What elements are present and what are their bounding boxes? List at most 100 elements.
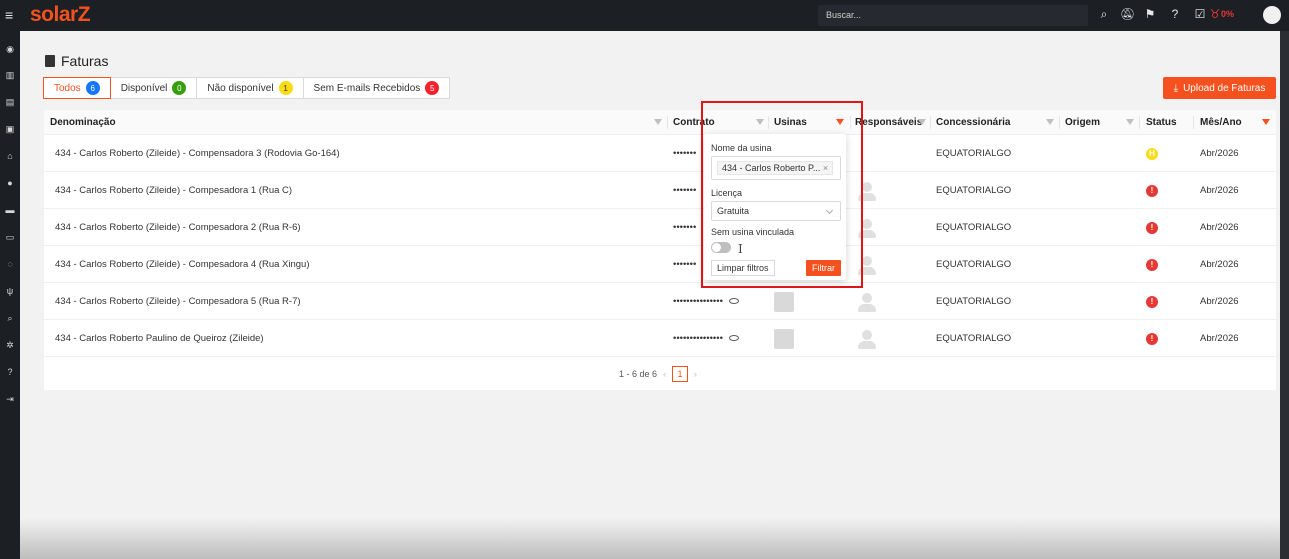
row-month: Abr/2026 [1200,148,1239,159]
row-utility: EQUATORIALGO [936,333,1012,344]
card-icon[interactable]: ▬ [4,204,16,216]
column-divider [1139,116,1140,129]
column-header-status[interactable]: Status [1146,110,1177,135]
dashboard-icon[interactable]: ◉ [4,43,16,55]
row-contract: ••••••• [673,148,697,159]
settings-icon[interactable]: ✲ [4,339,16,351]
whatsapp-icon[interactable]: ◌ [4,258,16,270]
progress-percent: 0% [1221,9,1235,19]
count-badge: 6 [85,81,100,95]
table-row[interactable]: 434 - Carlos Roberto (Zileide) - Compesa… [44,246,1276,283]
column-header-denominacao[interactable]: Denominação [50,110,116,135]
status-badge: ! [1146,222,1158,234]
page-title: Faturas [45,53,108,69]
row-name[interactable]: 434 - Carlos Roberto (Zileide) - Compesa… [55,283,301,320]
table-row[interactable]: 434 - Carlos Roberto (Zileide) - Compesa… [44,209,1276,246]
tab-label: Disponível [120,82,168,94]
row-name[interactable]: 434 - Carlos Roberto Paulino de Queiroz … [55,320,264,357]
upload-button-label: Upload de Faturas [1183,82,1266,94]
row-name[interactable]: 434 - Carlos Roberto (Zileide) - Compens… [55,135,340,172]
plant-icon[interactable] [774,292,794,312]
row-month: Abr/2026 [1200,259,1239,270]
upload-button[interactable]: ⤓ Upload de Faturas [1163,77,1276,99]
eye-icon[interactable] [728,335,739,342]
logo[interactable]: solarZ [30,3,91,26]
status-badge: ! [1146,185,1158,197]
filter-icon[interactable] [918,119,926,125]
status-badge: ! [1146,333,1158,345]
search-icon[interactable]: ⌕ [4,312,16,324]
status-badge: H [1146,148,1158,160]
bell-off-icon[interactable]: 🔕︎ [1120,7,1135,21]
highlight-box [701,101,863,288]
avatar [857,329,877,349]
menu-icon[interactable]: ≡ [5,8,17,22]
table-row[interactable]: 434 - Carlos Roberto Paulino de Queiroz … [44,320,1276,357]
credit-card-icon[interactable]: ▭ [4,231,16,243]
tab-sem-emails[interactable]: Sem E-mails Recebidos 5 [302,77,451,99]
column-divider [1059,116,1060,129]
eye-icon[interactable] [728,298,739,305]
plant-icon[interactable] [774,329,794,349]
contract-masked: ••••••••••••••• [673,333,723,344]
help-icon[interactable]: ? [1168,7,1182,21]
row-utility: EQUATORIALGO [936,222,1012,233]
status-tabs: Todos 6 Disponível 0 Não disponível 1 Se… [43,77,451,99]
home-icon[interactable]: ⌂ [4,150,16,162]
table-row[interactable]: 434 - Carlos Roberto (Zileide) - Compesa… [44,172,1276,209]
column-header-concessionaria[interactable]: Concessionária [936,110,1010,135]
pagination: 1 - 6 de 6 ‹ 1 › [619,366,697,382]
column-header-origem[interactable]: Origem [1065,110,1100,135]
row-name[interactable]: 434 - Carlos Roberto (Zileide) - Compesa… [55,172,292,209]
trophy-icon[interactable]: ♉︎ [1208,7,1222,21]
row-month: Abr/2026 [1200,185,1239,196]
row-utility: EQUATORIALGO [936,259,1012,270]
column-header-responsaveis[interactable]: Responsáveis [855,110,922,135]
tab-nao-disponivel[interactable]: Não disponível 1 [196,77,304,99]
count-badge: 5 [425,81,440,95]
search-icon[interactable]: ⌕ [1097,7,1111,21]
row-utility: EQUATORIALGO [936,296,1012,307]
filter-icon[interactable] [1046,119,1054,125]
filter-icon-active[interactable] [1262,119,1270,125]
row-contract: ••••••• [673,259,697,270]
invoice-icon [45,55,55,67]
status-badge: ! [1146,259,1158,271]
checklist-icon[interactable]: ☑ [1193,7,1207,21]
avatar [857,292,877,312]
help-icon[interactable]: ? [4,366,16,378]
flag-icon[interactable]: ⚑ [1143,7,1157,21]
row-name[interactable]: 434 - Carlos Roberto (Zileide) - Compesa… [55,246,310,283]
column-header-mes-ano[interactable]: Mês/Ano [1200,110,1242,135]
row-month: Abr/2026 [1200,222,1239,233]
table-row[interactable]: 434 - Carlos Roberto (Zileide) - Compens… [44,135,1276,172]
money-icon[interactable]: ▣ [4,123,16,135]
sidebar: ◉ ▥ ▤ ▣ ⌂ ● ▬ ▭ ◌ ψ ⌕ ✲ ? ⇥ [0,31,20,559]
book-icon[interactable]: ▥ [4,69,16,81]
filter-icon[interactable] [654,119,662,125]
chevron-right-icon[interactable]: › [694,369,697,379]
chevron-left-icon[interactable]: ‹ [663,369,666,379]
plug-icon[interactable]: ψ [4,285,16,297]
row-contract: ••••••• [673,222,697,233]
row-month: Abr/2026 [1200,296,1239,307]
invoice-icon[interactable]: ▤ [4,96,16,108]
search-input[interactable]: Buscar... [818,5,1088,26]
tab-disponivel[interactable]: Disponível 0 [109,77,198,99]
status-badge: ! [1146,296,1158,308]
top-bar: ≡ solarZ Buscar... ⌕ 🔕︎ ⚑ ? ☑ ♉︎ 0% [0,0,1289,31]
table-row[interactable]: 434 - Carlos Roberto (Zileide) - Compesa… [44,283,1276,320]
logout-icon[interactable]: ⇥ [4,393,16,405]
column-divider [667,116,668,129]
avatar[interactable] [1263,6,1281,24]
tab-label: Todos [54,82,81,94]
logo-text: solar [30,3,78,26]
page-number[interactable]: 1 [672,366,689,382]
invoices-table: Denominação Contrato Usinas Responsáveis… [44,110,1276,390]
user-icon[interactable]: ● [4,177,16,189]
filter-icon[interactable] [1126,119,1134,125]
tab-label: Não disponível [207,82,274,94]
row-name[interactable]: 434 - Carlos Roberto (Zileide) - Compesa… [55,209,301,246]
count-badge: 0 [172,81,187,95]
tab-todos[interactable]: Todos 6 [43,77,111,99]
